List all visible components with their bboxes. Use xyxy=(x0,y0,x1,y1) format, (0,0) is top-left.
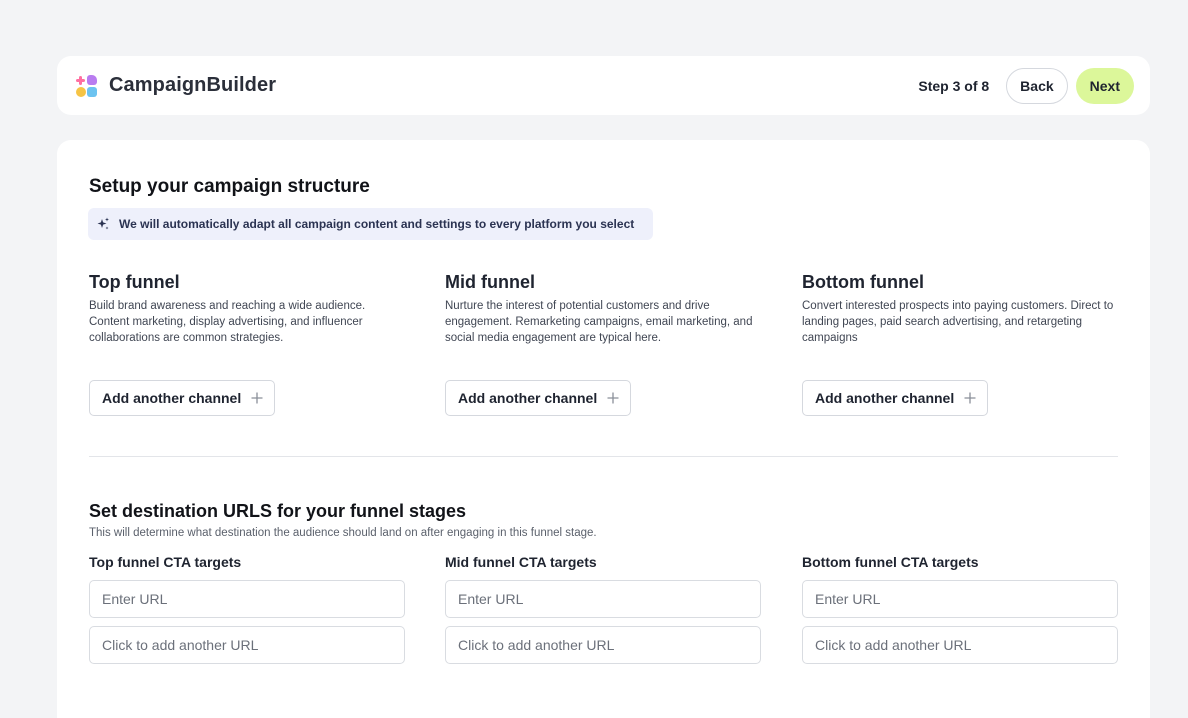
destinations-subtitle: This will determine what destination the… xyxy=(89,527,597,539)
structure-title: Setup your campaign structure xyxy=(89,176,370,197)
add-channel-label: Add another channel xyxy=(458,390,598,406)
mid-funnel-column: Mid funnel Nurture the interest of poten… xyxy=(445,272,765,416)
info-banner: We will automatically adapt all campaign… xyxy=(88,208,653,240)
add-channel-label: Add another channel xyxy=(815,390,955,406)
sparkle-icon xyxy=(97,217,109,230)
add-url-input-top[interactable] xyxy=(89,626,405,664)
funnel-title: Mid funnel xyxy=(445,272,535,292)
funnel-description: Convert interested prospects into paying… xyxy=(802,300,1114,344)
mid-funnel-cta-targets: Mid funnel CTA targets xyxy=(445,554,762,672)
add-channel-label: Add another channel xyxy=(102,390,242,406)
add-url-input-bottom[interactable] xyxy=(802,626,1118,664)
campaignbuilder-logo-icon xyxy=(76,74,98,97)
plus-icon xyxy=(607,392,619,404)
campaign-structure-card: Setup your campaign structure We will au… xyxy=(57,140,1150,718)
cta-label: Mid funnel CTA targets xyxy=(445,554,597,570)
add-channel-button-bottom[interactable]: Add another channel xyxy=(802,380,989,416)
funnel-description: Nurture the interest of potential custom… xyxy=(445,300,753,344)
next-button[interactable]: Next xyxy=(1075,67,1134,104)
funnel-title: Top funnel xyxy=(89,272,180,292)
funnel-title: Bottom funnel xyxy=(802,272,924,292)
brand: CampaignBuilder xyxy=(76,74,276,97)
bottom-funnel-column: Bottom funnel Convert interested prospec… xyxy=(802,272,1122,416)
wizard-controls: Step 3 of 8 Back Next xyxy=(918,67,1134,104)
step-indicator: Step 3 of 8 xyxy=(918,77,990,94)
top-funnel-cta-targets: Top funnel CTA targets xyxy=(89,554,406,672)
cta-label: Top funnel CTA targets xyxy=(89,554,242,570)
bottom-funnel-cta-targets: Bottom funnel CTA targets xyxy=(802,554,1119,672)
plus-icon xyxy=(251,392,263,404)
add-url-input-mid[interactable] xyxy=(445,626,761,664)
top-bar: CampaignBuilder Step 3 of 8 Back Next xyxy=(57,56,1150,115)
back-button[interactable]: Back xyxy=(1006,67,1068,104)
add-channel-button-top[interactable]: Add another channel xyxy=(89,380,276,416)
url-input-top[interactable] xyxy=(89,580,405,618)
add-channel-button-mid[interactable]: Add another channel xyxy=(445,380,632,416)
funnel-description: Build brand awareness and reaching a wid… xyxy=(89,300,366,344)
info-text: We will automatically adapt all campaign… xyxy=(119,217,635,231)
cta-label: Bottom funnel CTA targets xyxy=(802,554,979,570)
destinations-title: Set destination URLS for your funnel sta… xyxy=(89,501,467,521)
url-input-mid[interactable] xyxy=(445,580,761,618)
plus-icon xyxy=(964,392,976,404)
top-funnel-column: Top funnel Build brand awareness and rea… xyxy=(89,272,409,416)
section-divider xyxy=(89,456,1118,457)
brand-name: CampaignBuilder xyxy=(109,74,277,96)
url-input-bottom[interactable] xyxy=(802,580,1118,618)
